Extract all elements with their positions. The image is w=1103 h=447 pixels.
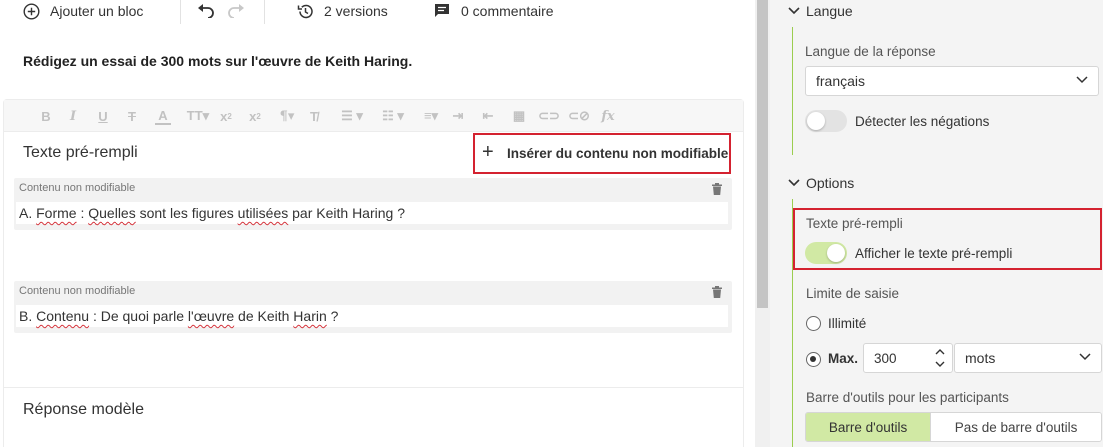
language-section-title: Langue [806, 3, 853, 19]
misspelled-word: Contenu [36, 308, 90, 324]
limit-unit-select[interactable]: mots [954, 343, 1102, 373]
detect-negations-toggle[interactable] [805, 110, 847, 132]
plus-circle-icon [23, 2, 40, 20]
numbered-list-icon[interactable]: ☷ ▾ [377, 107, 409, 125]
subscript-icon[interactable]: x2 [217, 107, 235, 125]
comment-icon [435, 4, 449, 17]
undo-button[interactable] [197, 0, 215, 22]
detect-negations-label: Détecter les négations [855, 114, 990, 129]
options-section-header[interactable]: Options [788, 175, 854, 191]
model-answer-title: Réponse modèle [23, 401, 144, 418]
locked-content-block: Contenu non modifiable B. Contenu : De q… [14, 281, 732, 333]
text-color-icon[interactable]: A [155, 107, 171, 125]
max-radio[interactable] [806, 352, 821, 367]
response-language-label: Langue de la réponse [805, 44, 936, 59]
show-prefill-toggle[interactable] [805, 242, 847, 264]
add-block-button[interactable]: Ajouter un bloc [23, 0, 143, 22]
misspelled-word: Harin [293, 308, 327, 324]
misspelled-word: l'œuvre [187, 308, 235, 324]
input-limit-label: Limite de saisie [806, 286, 900, 301]
chevron-down-icon [788, 179, 800, 187]
redo-icon [228, 4, 244, 18]
question-text: Rédigez un essai de 300 mots sur l'œuvre… [23, 53, 413, 69]
text-part: : [76, 205, 89, 221]
misspelled-word: Quelles [88, 205, 136, 221]
max-words-stepper[interactable]: 300 [863, 343, 953, 373]
bullet-list-icon[interactable]: ☰ ▾ [337, 107, 367, 125]
versions-label: 2 versions [324, 3, 388, 19]
participant-toolbar-label: Barre d'outils pour les participants [806, 390, 1009, 405]
font-size-icon[interactable]: TT▾ [185, 107, 211, 125]
trash-icon[interactable] [712, 285, 722, 301]
align-icon[interactable]: ≡▾ [420, 107, 442, 125]
bold-icon[interactable]: B [40, 107, 52, 125]
section-line [792, 27, 793, 155]
options-section-title: Options [806, 175, 855, 191]
locked-content-label: Contenu non modifiable [19, 285, 136, 297]
link-icon[interactable]: ⊂⊃ [538, 107, 560, 125]
unlimited-label: Illimité [828, 316, 867, 331]
text-part: de Keith [234, 308, 294, 324]
toolbar-on-option[interactable]: Barre d'outils [806, 413, 931, 441]
formula-icon[interactable]: fx [599, 107, 617, 125]
locked-content-block: Contenu non modifiable A. Forme : Quelle… [14, 178, 732, 230]
unlimited-radio[interactable] [806, 316, 821, 331]
clear-format-icon[interactable]: T̸ [306, 107, 322, 125]
add-block-label: Ajouter un bloc [50, 3, 144, 19]
outdent-icon[interactable]: ⇤ [480, 107, 496, 125]
editor-area: Ajouter un bloc 2 versions 0 commentaire… [0, 0, 755, 447]
insert-locked-content-label: Insérer du contenu non modifiable [507, 146, 729, 161]
stepper-arrows-icon[interactable] [935, 347, 945, 369]
divider [3, 387, 744, 388]
misspelled-word: utilisées [237, 205, 289, 221]
chevron-down-icon [1079, 353, 1091, 361]
text-part: par Keith Haring ? [288, 205, 405, 221]
locked-content-text: A. Forme : Quelles sont les figures util… [16, 202, 728, 224]
language-section-header[interactable]: Langue [788, 3, 853, 19]
history-icon [297, 4, 313, 18]
prefill-option-label: Texte pré-rempli [806, 216, 903, 231]
text-part: ? [326, 308, 339, 324]
text-part: : De quoi parle [89, 308, 188, 324]
response-language-value: français [816, 73, 866, 89]
text-part: B. [19, 308, 37, 324]
response-language-select[interactable]: français [805, 66, 1099, 96]
limit-unit-value: mots [965, 350, 996, 366]
table-icon[interactable]: ▦ [510, 107, 528, 125]
comments-label: 0 commentaire [461, 3, 554, 19]
top-toolbar: Ajouter un bloc 2 versions 0 commentaire [0, 0, 755, 24]
locked-content-text: B. Contenu : De quoi parle l'œuvre de Ke… [16, 305, 728, 327]
divider [180, 0, 181, 24]
paragraph-icon[interactable]: ¶▾ [276, 107, 298, 125]
strikethrough-icon[interactable]: T [125, 107, 139, 125]
trash-icon[interactable] [712, 182, 722, 198]
undo-icon [198, 4, 214, 18]
unlink-icon[interactable]: ⊂⊘ [568, 107, 590, 125]
show-prefill-label: Afficher le texte pré-rempli [855, 246, 1013, 261]
text-part: sont les figures [135, 205, 238, 221]
scrollbar-thumb[interactable] [757, 0, 768, 308]
redo-button[interactable] [227, 0, 245, 22]
superscript-icon[interactable]: x2 [246, 107, 264, 125]
participant-toolbar-segmented: Barre d'outils Pas de barre d'outils [805, 412, 1102, 442]
divider [264, 0, 265, 24]
indent-icon[interactable]: ⇥ [450, 107, 466, 125]
comments-button[interactable]: 0 commentaire [434, 0, 554, 22]
max-label: Max. [828, 351, 859, 366]
plus-icon: + [482, 141, 494, 163]
insert-locked-content-button[interactable]: + Insérer du contenu non modifiable [473, 133, 731, 174]
text-part: A. [19, 205, 37, 221]
toolbar-off-option[interactable]: Pas de barre d'outils [930, 413, 1101, 441]
editor-toolbar: B I U T A TT▾ x2 x2 ¶▾ T̸ ☰ ▾ ☷ ▾ ≡▾ ⇥ ⇤… [4, 100, 743, 132]
misspelled-word: Forme [36, 205, 77, 221]
italic-icon[interactable]: I [67, 107, 79, 125]
max-words-value: 300 [874, 350, 897, 366]
chevron-down-icon [1076, 76, 1088, 84]
versions-button[interactable]: 2 versions [297, 0, 388, 22]
locked-content-label: Contenu non modifiable [19, 182, 136, 194]
chevron-down-icon [788, 7, 800, 15]
underline-icon[interactable]: U [96, 107, 110, 125]
prefill-title: Texte pré-rempli [23, 144, 138, 161]
